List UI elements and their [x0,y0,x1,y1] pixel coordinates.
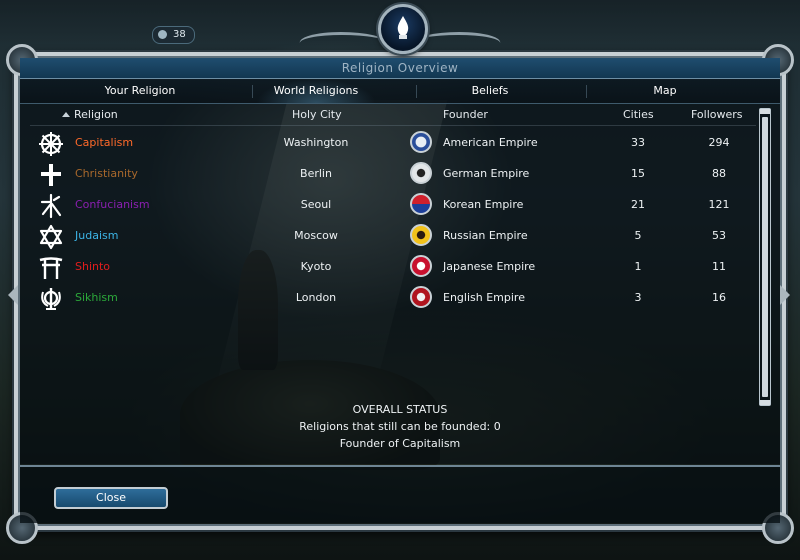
german-empire-icon [410,162,432,184]
column-header-followers[interactable]: Followers [691,107,743,123]
holy-city: Kyoto [300,260,332,273]
overall-status-heading: OVERALL STATUS [352,403,448,416]
holy-city: London [295,291,337,304]
followers-count: 88 [712,167,726,180]
next-arrow-icon[interactable] [780,285,790,305]
english-empire-icon [410,286,432,308]
window-title: Religion Overview [20,58,780,79]
religion-name: Sikhism [75,291,118,304]
khanda-icon [41,288,61,310]
cities-count: 21 [631,198,645,211]
table-row[interactable]: Confucianism Seoul Korean Empire 21 121 [20,190,760,221]
followers-count: 53 [712,229,726,242]
holy-city: Berlin [300,167,332,180]
american-empire-icon [410,131,432,153]
tab-map[interactable]: Map [605,79,725,103]
table-row[interactable]: Shinto Kyoto Japanese Empire 1 11 [20,252,760,283]
cities-count: 3 [634,291,642,304]
table-row[interactable]: Sikhism London English Empire 3 16 [20,283,760,314]
founder-name: Japanese Empire [443,260,536,273]
religion-emblem-icon [378,4,428,54]
scrollbar[interactable] [759,108,771,406]
religion-name: Shinto [75,260,111,273]
scroll-thumb[interactable] [762,117,768,397]
cities-count: 15 [631,167,645,180]
column-header-cities[interactable]: Cities [623,107,654,123]
religion-name: Capitalism [75,136,134,149]
table-row[interactable]: Christianity Berlin German Empire 15 88 [20,159,760,190]
scroll-up-cap[interactable] [760,109,770,114]
cities-count: 1 [634,260,642,273]
followers-count: 11 [712,260,726,273]
religion-name: Judaism [75,229,119,242]
column-header-religion-label: Religion [74,108,118,121]
hud-counter-badge: 38 [152,26,195,44]
column-header-holy-city[interactable]: Holy City [292,107,342,123]
close-button[interactable]: Close [54,487,168,509]
column-header-founder[interactable]: Founder [443,107,488,123]
tab-beliefs[interactable]: Beliefs [430,79,550,103]
russian-empire-icon [410,224,432,246]
sort-ascending-icon [62,112,70,117]
holy-city: Moscow [294,229,338,242]
table-row[interactable]: Capitalism Washington American Empire 33… [20,128,760,159]
cities-count: 33 [631,136,645,149]
dharma-wheel-icon [39,132,63,156]
star-of-david-icon [39,224,63,250]
tab-separator [586,85,587,98]
followers-count: 16 [712,291,726,304]
confucianism-symbol-icon [40,193,62,219]
founder-name: German Empire [443,167,530,180]
followers-count: 294 [708,136,730,149]
column-header-religion[interactable]: Religion [62,107,118,123]
tab-your-religion[interactable]: Your Religion [80,79,200,103]
founder-name: Russian Empire [443,229,528,242]
founder-name: American Empire [443,136,538,149]
founder-name: English Empire [443,291,525,304]
followers-count: 121 [708,198,730,211]
holy-city: Washington [283,136,349,149]
japanese-empire-icon [410,255,432,277]
previous-arrow-icon[interactable] [8,285,18,305]
torii-gate-icon [39,257,63,279]
tab-separator [416,85,417,98]
hud-resource-icon [158,30,167,39]
tab-separator [252,85,253,98]
cities-count: 5 [634,229,642,242]
founder-name: Korean Empire [443,198,524,211]
hud-counter-value: 38 [173,29,186,40]
holy-city: Seoul [300,198,332,211]
tab-world-religions[interactable]: World Religions [256,79,376,103]
religion-name: Christianity [75,167,138,180]
korean-empire-icon [410,193,432,215]
tab-bar: Your Religion World Religions Beliefs Ma… [20,79,780,104]
founder-status-text: Founder of Capitalism [339,437,461,450]
religions-remaining-text: Religions that still can be founded: 0 [299,420,501,433]
header-divider [30,125,756,126]
religion-name: Confucianism [75,198,150,211]
cross-icon [41,164,61,186]
table-row[interactable]: Judaism Moscow Russian Empire 5 53 [20,221,760,252]
